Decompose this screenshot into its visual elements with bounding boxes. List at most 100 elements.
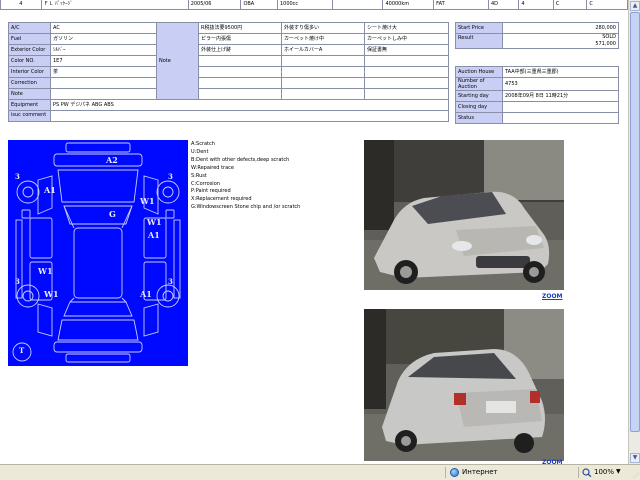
legend-item: B:Dent with other defects,deep scratch [191, 156, 290, 163]
correction-value [50, 77, 157, 89]
start-price-value: 280,000 [502, 22, 619, 34]
note-6-2 [281, 77, 365, 89]
color-no-value: 1E7 [50, 55, 157, 67]
mark-w1-bottom-left: W1 [44, 289, 59, 299]
score-cell: 4 [518, 0, 554, 10]
mark-a1-right: A1 [148, 230, 160, 240]
auction-number-label-text: Number of Auction [458, 78, 485, 90]
damage-diagram: A2 3 3 A1 W1 G W1 A1 W1 3 3 W1 A1 T A1 [8, 140, 188, 366]
note-1-1: R税抜法要9500円 [198, 22, 282, 34]
legend-item: S:Rust [191, 172, 207, 179]
legend-item: U:Dent [191, 148, 209, 155]
note-5-1 [198, 66, 282, 78]
interior-color-label: Interior Color [8, 66, 51, 78]
page-viewport: 4 ＦＬ ﾊﾟｯｹｰｼﾞ 2005/06 OBA 1000cc 40000km … [0, 0, 628, 464]
note-3-3: 保証書無 [364, 44, 449, 56]
auction-house-value: TAA中部(三重県三重郡) [502, 66, 619, 78]
legend-item: A:Scratch [191, 141, 215, 147]
result-value-cell: SOLD 571,000 [502, 33, 619, 49]
mark-3-front-right: 3 [168, 172, 173, 181]
note-label-text: Note [159, 57, 171, 64]
status-separator [578, 467, 579, 478]
starting-day-value: 2008年09月 8日 11時21分 [502, 90, 619, 102]
fuel-value: ガソリン [50, 33, 157, 45]
note-6-3 [364, 77, 449, 89]
status-value [502, 112, 619, 124]
note-7-1 [198, 88, 282, 100]
zoom-level[interactable]: 100% [594, 468, 614, 476]
equipment-value: PS PW デジパネ ABG ABS [50, 99, 449, 111]
note-5-2 [281, 66, 365, 78]
car-photo-rear-image [364, 309, 564, 461]
interior-color-value: 茶 [50, 66, 157, 78]
mark-a1-bottom-right: A1 [140, 289, 152, 299]
ac-value: AC [50, 22, 157, 34]
zoom-link-front[interactable]: ZOOM [542, 293, 563, 300]
note-row-label: Note [8, 88, 51, 100]
mark-w1-right-2: W1 [147, 217, 162, 227]
grade-exterior-cell: C [552, 0, 588, 10]
equipment-label: Equipment [8, 99, 51, 111]
transmission-cell: FAT [433, 0, 489, 10]
mark-w1-left: W1 [38, 266, 53, 276]
lot-summary-row: 4 ＦＬ ﾊﾟｯｹｰｼﾞ 2005/06 OBA 1000cc 40000km … [0, 0, 628, 10]
note-4-3 [364, 55, 449, 67]
note-3-2: ホイールカバーA [281, 44, 365, 56]
mark-3-rear-left: 3 [15, 277, 20, 286]
scroll-up-button[interactable]: ▲ [630, 1, 640, 11]
car-photo-front-image [364, 140, 564, 290]
resize-grip-icon[interactable]: ⋰ [633, 472, 639, 479]
car-photo-rear[interactable] [364, 309, 564, 461]
scrollbar-thumb[interactable] [630, 12, 640, 432]
mark-w1-right: W1 [140, 196, 155, 206]
note-3-1: 外装仕上げ跡 [198, 44, 282, 56]
status-label: Status [455, 112, 503, 124]
color-no-label: Color NO. [8, 55, 51, 67]
damage-legend: A:Scratch U:Dent B:Dent with other defec… [191, 141, 361, 212]
mark-a2: A2 [106, 155, 118, 165]
doors-cell: 4D [487, 0, 520, 10]
vertical-scrollbar[interactable]: ▲ ▼ [628, 0, 640, 464]
car-photo-front[interactable] [364, 140, 564, 290]
legend-item: G:Windowscreen Stone chip and /or scratc… [191, 204, 301, 211]
year-cell: 2005/06 [187, 0, 242, 10]
closing-day-label: Closing day [455, 101, 503, 113]
scroll-down-button[interactable]: ▼ [630, 453, 640, 463]
legend-item: C:Corrosion [191, 180, 220, 187]
note-4-2 [281, 55, 365, 67]
security-zone-text: Интернет [462, 468, 498, 476]
mark-3-rear-right: 3 [168, 277, 173, 286]
grade-interior-cell: C [586, 0, 628, 10]
result-label: Result [455, 33, 503, 49]
grade-cell: ＦＬ ﾊﾟｯｹｰｼﾞ [40, 0, 189, 10]
status-bar: Интернет 100% ▼ ⋰ [0, 464, 640, 480]
note-column-label: Note [156, 22, 199, 100]
legend-item: W:Repaired trace [191, 164, 234, 171]
mileage-cell: 40000km [382, 0, 435, 10]
model-code-cell: OBA [240, 0, 278, 10]
note-2-3: カーペットしみ中 [364, 33, 449, 45]
fuel-label: Fuel [8, 33, 51, 45]
exterior-color-label: Exterior Color [8, 44, 51, 56]
mark-a1-left: A1 [44, 185, 56, 195]
correction-label: Correction [8, 77, 51, 89]
note-1-2: 外装すり傷多い [281, 22, 365, 34]
auction-number-label: Number of Auction [455, 77, 503, 91]
price-table: Start Price 280,000 Result SOLD 571,000 [455, 22, 619, 49]
note-2-1: ピラー内張傷 [198, 33, 282, 45]
car-outline-svg [12, 142, 181, 363]
exterior-color-value: ｼﾙﾊﾞｰ [50, 44, 157, 56]
zoom-magnifier-icon[interactable] [582, 468, 592, 477]
zoom-dropdown-icon[interactable]: ▼ [616, 468, 621, 475]
note-row-value [50, 88, 157, 100]
lot-cell: 4 [0, 0, 42, 10]
result-price: 571,000 [595, 41, 616, 47]
auction-number-value: 4753 [502, 77, 619, 91]
legend-item: X:Replacement required [191, 196, 252, 203]
note-2-2: カーペット焼け中 [281, 33, 365, 45]
legend-item: P:Paint required [191, 188, 231, 195]
note-7-2 [281, 88, 365, 100]
note-5-3 [364, 66, 449, 78]
ac-label: A/C [8, 22, 51, 34]
isuc-comment-value [50, 110, 449, 122]
